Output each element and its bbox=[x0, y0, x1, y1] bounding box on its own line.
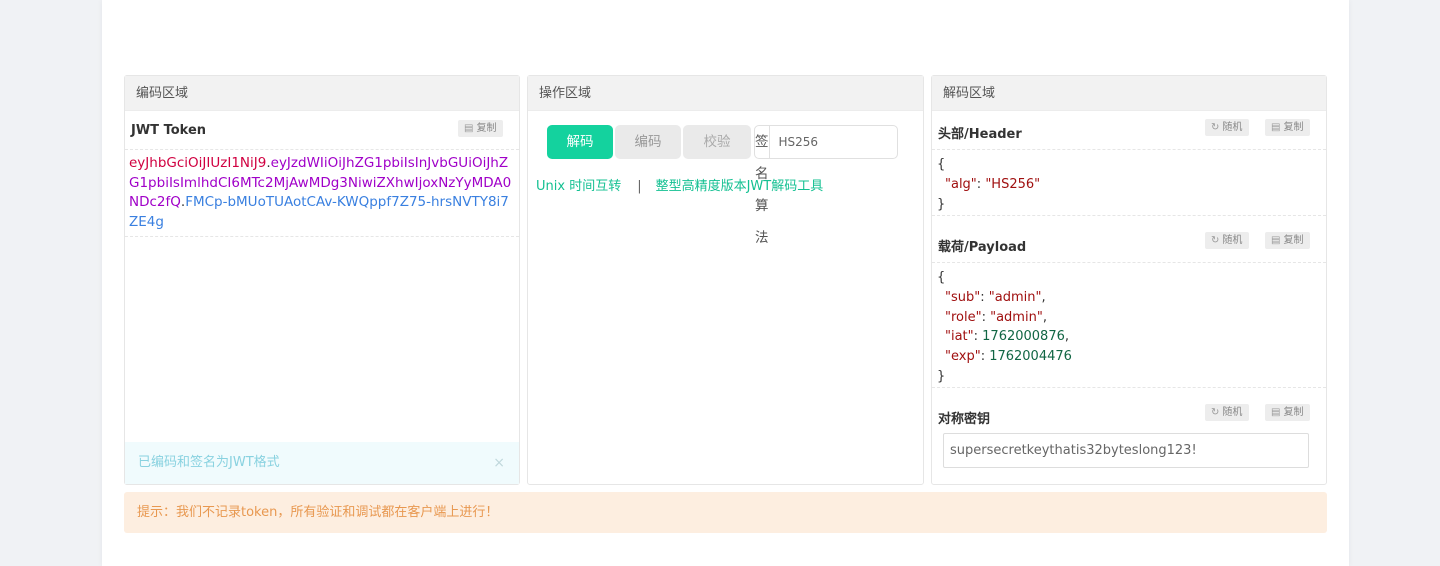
encode-panel-title: 编码区域 bbox=[125, 76, 519, 111]
decode-panel: 解码区域 头部/Header ↻ 随机 ▤ 复制 { "alg": "HS256" … bbox=[931, 75, 1327, 485]
json-line-role: "role": "admin", bbox=[945, 309, 1047, 325]
operation-panel-title: 操作区域 bbox=[528, 76, 923, 111]
json-open-brace: { bbox=[937, 270, 946, 285]
refresh-icon: ↻ bbox=[1211, 122, 1220, 133]
payload-json-editor[interactable]: { "sub": "admin", "role": "admin", "iat"… bbox=[932, 262, 1326, 388]
payload-label: 载荷/Payload bbox=[938, 240, 1027, 255]
algorithm-input[interactable] bbox=[769, 126, 929, 158]
random-header-button[interactable]: ↻ 随机 bbox=[1205, 119, 1250, 136]
page-container: 编码区域 JWT Token ▤ 复制 eyJhbGciOiJIUzI1NiJ9.… bbox=[102, 0, 1349, 566]
json-close-brace: } bbox=[937, 196, 946, 212]
tool-links: Unix 时间互转 | 整型高精度版本JWT解码工具 bbox=[536, 175, 823, 194]
header-json-editor[interactable]: { "alg": "HS256" } bbox=[932, 149, 1326, 216]
encode-status-alert: 已编码和签名为JWT格式 × bbox=[125, 442, 519, 484]
json-open-brace: { bbox=[937, 157, 946, 172]
json-key: "exp" bbox=[945, 349, 981, 365]
copy-secret-button[interactable]: ▤ 复制 bbox=[1265, 404, 1311, 421]
decode-button[interactable]: 解码 bbox=[547, 125, 613, 159]
header-section-row: 头部/Header ↻ 随机 ▤ 复制 bbox=[932, 111, 1326, 149]
json-line-alg: "alg": "HS256" bbox=[945, 176, 1041, 192]
token-textarea[interactable]: eyJhbGciOiJIUzI1NiJ9.eyJzdWIiOiJhZG1pbiI… bbox=[125, 149, 519, 237]
clipboard-icon: ▤ bbox=[464, 123, 474, 134]
copy-header-button[interactable]: ▤ 复制 bbox=[1265, 119, 1311, 136]
random-label: 随机 bbox=[1222, 407, 1243, 418]
copy-payload-button[interactable]: ▤ 复制 bbox=[1265, 232, 1311, 249]
link-separator: | bbox=[637, 179, 642, 194]
token-header-row: JWT Token ▤ 复制 bbox=[125, 111, 519, 149]
secret-section-row: 对称密钥 ↻ 随机 ▤ 复制 bbox=[932, 396, 1326, 434]
refresh-icon: ↻ bbox=[1211, 235, 1220, 246]
operation-panel: 操作区域 解码 编码 校验 签名算法 Unix 时间互转 | 整型高精度版本JWT解… bbox=[527, 75, 929, 485]
bigint-jwt-link[interactable]: 整型高精度版本JWT解码工具 bbox=[656, 179, 824, 194]
json-key: "iat" bbox=[945, 329, 974, 345]
copy-label: 复制 bbox=[1283, 122, 1304, 133]
token-label: JWT Token bbox=[131, 123, 207, 138]
json-line-iat: "iat": 1762000876, bbox=[945, 329, 1070, 345]
random-label: 随机 bbox=[1222, 122, 1243, 133]
token-header-part: eyJhbGciOiJIUzI1NiJ9 bbox=[129, 155, 267, 171]
json-key: "alg" bbox=[945, 176, 977, 192]
close-icon[interactable]: × bbox=[493, 442, 505, 484]
json-key: "sub" bbox=[945, 289, 981, 305]
header-label: 头部/Header bbox=[938, 127, 1022, 142]
json-value: "HS256" bbox=[985, 176, 1041, 192]
json-value: "admin" bbox=[990, 309, 1043, 325]
clipboard-icon: ▤ bbox=[1271, 122, 1281, 133]
encode-status-text: 已编码和签名为JWT格式 bbox=[138, 455, 280, 470]
clipboard-icon: ▤ bbox=[1271, 407, 1281, 418]
encode-button[interactable]: 编码 bbox=[615, 125, 681, 159]
json-value: "admin" bbox=[988, 289, 1042, 305]
json-close-brace: } bbox=[937, 368, 946, 384]
json-value: 1762004476 bbox=[989, 349, 1072, 365]
algorithm-group: 签名算法 bbox=[754, 125, 929, 246]
refresh-icon: ↻ bbox=[1211, 407, 1220, 418]
random-secret-button[interactable]: ↻ 随机 bbox=[1205, 404, 1250, 421]
privacy-tip-banner: 提示：我们不记录token，所有验证和调试都在客户端上进行！ bbox=[124, 492, 1327, 533]
secret-label: 对称密钥 bbox=[938, 412, 991, 427]
unix-time-link[interactable]: Unix 时间互转 bbox=[536, 179, 621, 194]
random-payload-button[interactable]: ↻ 随机 bbox=[1205, 232, 1250, 249]
json-value: 1762000876 bbox=[982, 329, 1065, 345]
verify-button[interactable]: 校验 bbox=[683, 125, 751, 159]
encode-panel: 编码区域 JWT Token ▤ 复制 eyJhbGciOiJIUzI1NiJ9.… bbox=[124, 75, 520, 485]
algorithm-label: 签名算法 bbox=[755, 126, 770, 246]
copy-token-label: 复制 bbox=[476, 123, 497, 134]
copy-label: 复制 bbox=[1283, 235, 1304, 246]
copy-token-button[interactable]: ▤ 复制 bbox=[458, 120, 504, 137]
secret-key-input[interactable] bbox=[943, 433, 1309, 468]
json-key: "role" bbox=[945, 309, 982, 325]
random-label: 随机 bbox=[1222, 235, 1243, 246]
decode-panel-title: 解码区域 bbox=[932, 76, 1326, 111]
json-line-exp: "exp": 1762004476 bbox=[945, 349, 1072, 365]
token-signature-part: FMCp-bMUoTUAotCAv-KWQppf7Z75-hrsNVTY8i7Z… bbox=[129, 194, 509, 230]
clipboard-icon: ▤ bbox=[1271, 235, 1281, 246]
json-line-sub: "sub": "admin", bbox=[945, 289, 1046, 305]
copy-label: 复制 bbox=[1283, 407, 1304, 418]
payload-section-row: 载荷/Payload ↻ 随机 ▤ 复制 bbox=[932, 224, 1326, 262]
